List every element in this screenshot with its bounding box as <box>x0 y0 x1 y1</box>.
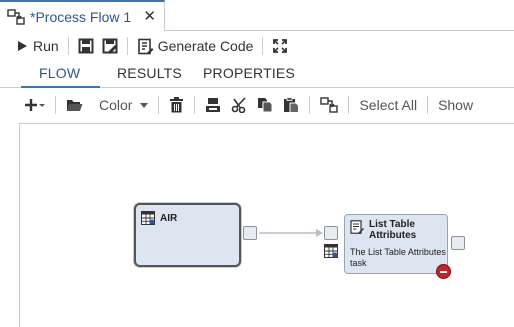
minus-glyph <box>440 270 447 273</box>
toolbar-divider <box>309 96 311 114</box>
toolbar-divider <box>158 96 160 114</box>
tab-properties[interactable]: PROPERTIES <box>203 65 295 81</box>
select-all-label: Select All <box>359 97 418 113</box>
output-port[interactable] <box>243 226 257 240</box>
node-description: The List Table Attributes task <box>350 247 446 268</box>
color-dropdown[interactable]: Color <box>94 93 153 117</box>
add-node-button[interactable] <box>20 93 50 117</box>
paste-icon <box>284 97 300 113</box>
trash-icon <box>170 97 184 113</box>
generate-code-button[interactable]: Generate Code <box>133 34 258 58</box>
open-button[interactable] <box>61 93 88 117</box>
close-tab-icon[interactable]: ✕ <box>143 7 156 25</box>
play-icon <box>18 41 27 51</box>
flow-node-list-table-attributes[interactable]: List Table Attributes The List Table Att… <box>344 214 448 274</box>
save-as-icon <box>102 38 118 54</box>
show-label: Show <box>438 97 474 113</box>
show-button[interactable]: Show <box>433 93 478 117</box>
add-icon <box>25 99 45 111</box>
generate-code-icon <box>137 38 154 54</box>
flow-canvas[interactable]: AIR List Table Attributes The List Table… <box>19 123 514 327</box>
cut-button[interactable] <box>226 93 252 117</box>
arrange-icon <box>206 98 221 112</box>
delete-button[interactable] <box>164 93 189 117</box>
toolbar-divider <box>194 96 196 114</box>
error-icon[interactable] <box>436 264 451 279</box>
process-flow-icon <box>320 97 339 113</box>
copy-icon <box>258 98 273 113</box>
task-icon <box>350 220 364 234</box>
folder-icon <box>67 100 83 111</box>
color-label: Color <box>99 97 133 113</box>
maximize-button[interactable] <box>268 34 292 58</box>
flow-node-button[interactable] <box>315 93 343 117</box>
save-as-button[interactable] <box>98 34 122 58</box>
connector-arrow[interactable] <box>258 226 324 240</box>
tab-process-flow[interactable]: *Process Flow 1 ✕ <box>0 0 165 31</box>
node-title: AIR <box>160 213 178 224</box>
flow-node-air[interactable]: AIR <box>134 203 241 267</box>
toolbar-divider <box>262 37 264 55</box>
toolbar-divider <box>427 96 429 114</box>
table-icon <box>141 211 155 225</box>
generate-code-label: Generate Code <box>157 38 254 54</box>
tab-bar: *Process Flow 1 ✕ <box>0 0 514 31</box>
toolbar-divider <box>126 37 128 55</box>
scissors-icon <box>232 97 247 113</box>
run-button[interactable]: Run <box>0 34 63 58</box>
chevron-down-icon <box>140 102 149 108</box>
input-port[interactable] <box>324 226 338 240</box>
toolbar-divider <box>67 37 69 55</box>
tab-results[interactable]: RESULTS <box>117 65 182 81</box>
flow-subtabs: FLOW RESULTS PROPERTIES <box>0 60 514 88</box>
tab-title: *Process Flow 1 <box>30 8 132 25</box>
main-toolbar: Run Generate Code <box>0 32 514 60</box>
flow-toolbar: Color Select All Show <box>0 91 514 119</box>
process-flow-icon <box>6 7 26 27</box>
table-icon <box>324 244 338 258</box>
toolbar-divider <box>55 96 56 114</box>
copy-button[interactable] <box>252 93 278 117</box>
paste-button[interactable] <box>278 93 304 117</box>
save-icon <box>78 38 94 54</box>
run-label: Run <box>33 38 59 54</box>
select-all-button[interactable]: Select All <box>354 93 422 117</box>
expand-icon <box>273 39 288 53</box>
arrange-button[interactable] <box>200 93 226 117</box>
output-port[interactable] <box>451 236 465 250</box>
node-title: List Table Attributes <box>369 219 417 241</box>
toolbar-divider <box>348 96 350 114</box>
tab-flow[interactable]: FLOW <box>20 65 101 88</box>
save-button[interactable] <box>74 34 98 58</box>
